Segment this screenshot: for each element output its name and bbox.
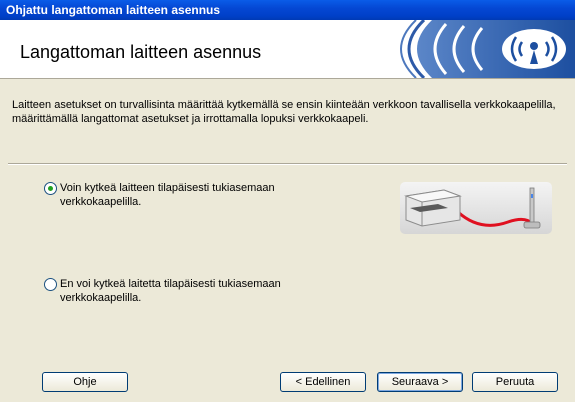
page-title: Langattoman laitteen asennus (20, 42, 262, 62)
option-cannot-connect-label: En voi kytkeä laitetta tilapäisesti tuki… (60, 278, 281, 304)
radio-can-connect[interactable] (44, 182, 57, 195)
next-button[interactable]: Seuraava > (377, 372, 463, 392)
separator (8, 163, 567, 165)
radio-cannot-connect[interactable] (44, 278, 57, 291)
option-cannot-connect[interactable]: En voi kytkeä laitetta tilapäisesti tuki… (44, 277, 344, 305)
help-button[interactable]: Ohje (42, 372, 128, 392)
window-title: Ohjattu langattoman laitteen asennus (6, 3, 221, 17)
cancel-button[interactable]: Peruuta (472, 372, 558, 392)
wireless-logo-icon (400, 20, 575, 78)
back-button[interactable]: < Edellinen (280, 372, 366, 392)
window-title-bar[interactable]: Ohjattu langattoman laitteen asennus (0, 0, 575, 20)
option-can-connect-label: Voin kytkeä laitteen tilapäisesti tukias… (60, 182, 275, 208)
intro-text: Laitteen asetukset on turvallisinta määr… (12, 99, 556, 125)
printer-cable-access-point-icon (400, 182, 552, 234)
option-can-connect[interactable]: Voin kytkeä laitteen tilapäisesti tukias… (44, 181, 304, 209)
header-panel: Langattoman laitteen asennus (0, 20, 575, 79)
